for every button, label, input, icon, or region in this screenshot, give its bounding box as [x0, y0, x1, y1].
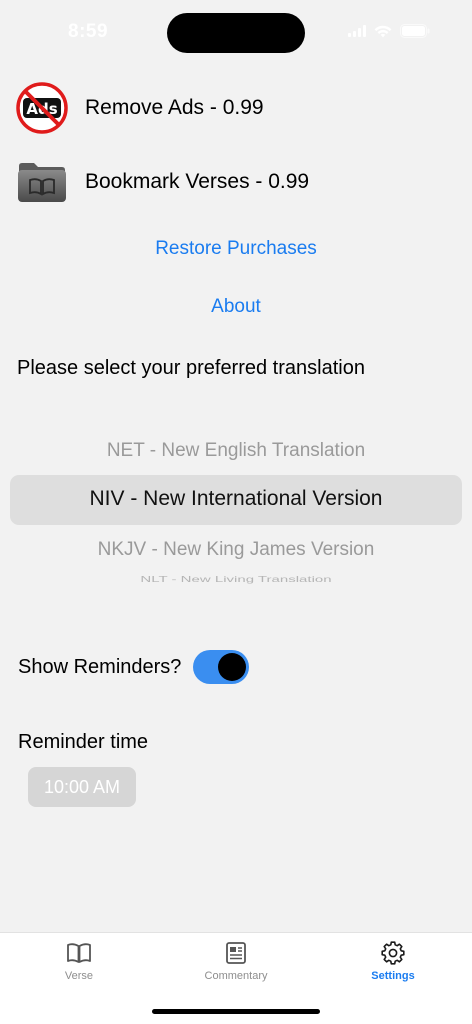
status-bar: 8:59: [0, 0, 472, 60]
toggle-knob: [218, 653, 247, 681]
book-folder-icon: [16, 160, 68, 204]
tab-settings[interactable]: Settings: [333, 941, 453, 982]
gear-icon: [381, 941, 405, 965]
newspaper-icon: [226, 942, 246, 964]
tab-settings-label: Settings: [371, 970, 415, 982]
battery-icon: [400, 24, 430, 38]
status-icons: [348, 24, 430, 38]
translation-picker[interactable]: NET - New English Translation NIV - New …: [0, 425, 472, 595]
bookmark-verses-row[interactable]: Bookmark Verses - 0.99: [16, 155, 309, 209]
picker-option-nlt[interactable]: NLT - New Living Translation: [0, 575, 472, 584]
home-indicator: [152, 1009, 320, 1014]
tab-verse-label: Verse: [64, 970, 94, 982]
tab-commentary-label: Commentary: [204, 970, 268, 982]
cellular-signal-icon: [348, 25, 366, 37]
reminder-time-picker[interactable]: 10:00 AM: [28, 767, 136, 807]
show-reminders-row: Show Reminders?: [18, 650, 250, 684]
settings-screen: 8:59 Remove Ads - 0.99 Bookmark Verses -…: [0, 0, 472, 1024]
remove-ads-row[interactable]: Ads Remove Ads - 0.99: [16, 81, 264, 135]
picker-option-niv-selected[interactable]: NIV - New International Version: [0, 487, 472, 511]
translation-prompt: Please select your preferred translation: [17, 357, 365, 379]
show-reminders-label: Show Reminders?: [18, 655, 182, 678]
no-ads-icon: Ads: [16, 82, 68, 134]
show-reminders-toggle[interactable]: [193, 650, 250, 684]
picker-option-nkjv[interactable]: NKJV - New King James Version: [0, 539, 472, 561]
about-button[interactable]: About: [0, 296, 472, 318]
remove-ads-label: Remove Ads - 0.99: [85, 96, 264, 119]
status-time: 8:59: [68, 21, 109, 42]
reminder-time-label: Reminder time: [18, 731, 149, 753]
book-icon: [67, 943, 91, 963]
tab-commentary[interactable]: Commentary: [176, 941, 296, 982]
picker-option-net[interactable]: NET - New English Translation: [0, 440, 472, 462]
tab-verse[interactable]: Verse: [19, 941, 139, 982]
bookmark-verses-label: Bookmark Verses - 0.99: [85, 170, 310, 193]
wifi-icon: [374, 25, 392, 38]
restore-purchases-button[interactable]: Restore Purchases: [0, 238, 472, 260]
dynamic-island: [167, 13, 305, 53]
